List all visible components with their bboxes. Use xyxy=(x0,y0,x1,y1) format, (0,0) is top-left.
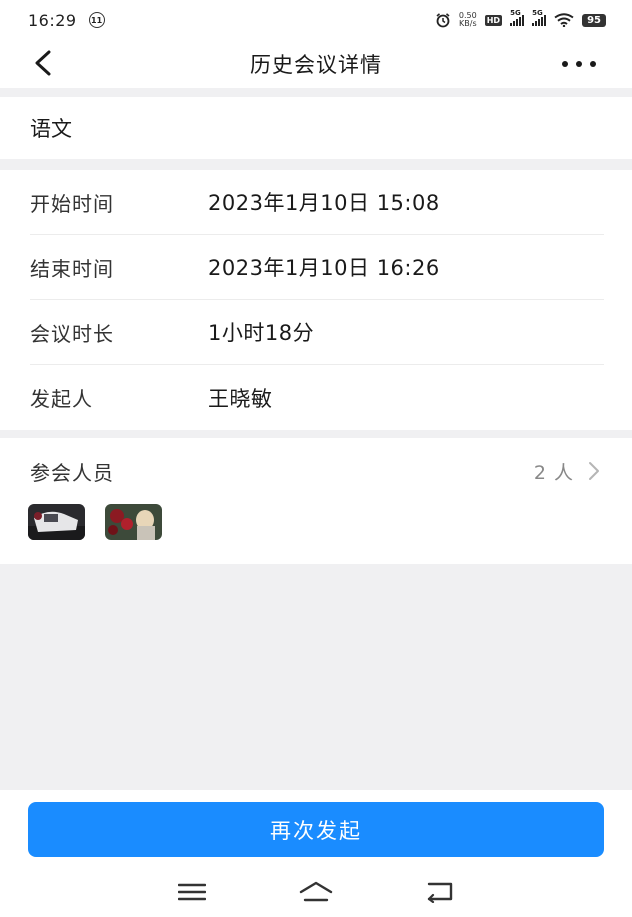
chevron-right-icon xyxy=(589,462,599,480)
participant-avatars xyxy=(0,504,632,540)
info-row-start-time: 开始时间 2023年1月10日 15:08 xyxy=(30,170,604,235)
network-speed: 0.50 KB/s xyxy=(459,12,477,28)
home-icon xyxy=(299,881,333,902)
status-left: 16:29 11 xyxy=(28,11,105,30)
signal-icon-2: 5G xyxy=(532,9,547,26)
more-dot-icon xyxy=(576,61,582,67)
info-label: 结束时间 xyxy=(30,256,114,281)
info-row-duration: 会议时长 1小时18分 xyxy=(30,300,604,365)
notification-badge-icon: 11 xyxy=(88,12,105,28)
participants-count: 2 人 xyxy=(533,461,574,484)
meeting-subject: 语文 xyxy=(30,117,72,141)
more-options-button[interactable] xyxy=(562,52,596,76)
hd-icon: HD xyxy=(484,14,503,26)
chevron-left-icon xyxy=(35,50,51,76)
participants-section: 参会人员 2 人 xyxy=(0,438,632,564)
info-row-host: 发起人 王晓敏 xyxy=(30,365,604,430)
avatar[interactable] xyxy=(28,504,85,540)
back-nav-button[interactable] xyxy=(420,878,460,906)
participants-count-wrap: 2 人 xyxy=(534,458,600,485)
status-right: 0.50 KB/s HD 5G 5G 95 xyxy=(435,9,606,28)
more-dot-icon xyxy=(562,61,568,67)
signal-2-label: 5G xyxy=(532,9,543,17)
participants-title: 参会人员 xyxy=(30,460,114,485)
info-label: 会议时长 xyxy=(30,321,114,346)
status-time: 16:29 xyxy=(28,10,77,30)
info-label: 开始时间 xyxy=(30,191,114,216)
back-arrow-icon xyxy=(427,882,453,903)
bottom-area: 再次发起 xyxy=(0,790,632,917)
home-nav-button[interactable] xyxy=(296,878,336,906)
info-value: 2023年1月10日 16:26 xyxy=(208,256,440,280)
app-header: 历史会议详情 xyxy=(0,40,632,88)
info-label: 发起人 xyxy=(30,387,93,411)
signal-icon: 5G xyxy=(510,9,525,26)
alarm-icon xyxy=(436,13,450,28)
menu-icon xyxy=(178,883,206,901)
net-speed-unit: KB/s xyxy=(459,19,477,28)
participants-header[interactable]: 参会人员 2 人 xyxy=(0,438,632,504)
menu-nav-button[interactable] xyxy=(172,878,212,906)
restart-meeting-button[interactable]: 再次发起 xyxy=(28,802,604,857)
page-title: 历史会议详情 xyxy=(250,53,382,77)
wifi-icon xyxy=(554,13,574,27)
battery-icon: 95 xyxy=(582,13,606,27)
info-value: 王晓敏 xyxy=(208,386,273,411)
back-button[interactable] xyxy=(28,48,58,78)
status-bar: 16:29 11 0.50 KB/s HD 5G 5G 95 xyxy=(0,0,632,40)
system-nav-bar xyxy=(0,874,632,910)
meeting-info-section: 开始时间 2023年1月10日 15:08 结束时间 2023年1月10日 16… xyxy=(0,170,632,430)
info-row-end-time: 结束时间 2023年1月10日 16:26 xyxy=(30,235,604,300)
info-value: 1小时18分 xyxy=(208,321,315,345)
signal-1-label: 5G xyxy=(510,9,521,17)
avatar[interactable] xyxy=(105,504,162,540)
more-dot-icon xyxy=(590,61,596,67)
info-value: 2023年1月10日 15:08 xyxy=(208,191,440,215)
meeting-subject-section: 语文 xyxy=(0,97,632,159)
